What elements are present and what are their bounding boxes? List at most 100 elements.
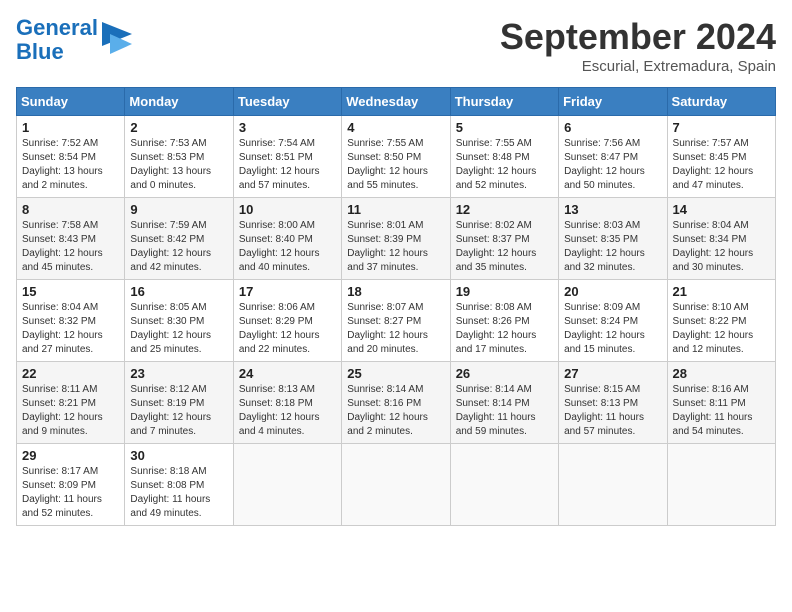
weekday-header-wednesday: Wednesday [342, 88, 450, 116]
weekday-header-saturday: Saturday [667, 88, 775, 116]
day-number: 9 [130, 202, 227, 217]
day-info: Sunrise: 8:03 AMSunset: 8:35 PMDaylight:… [564, 219, 661, 275]
day-number: 30 [130, 448, 227, 463]
calendar-day-23: 23 Sunrise: 8:12 AMSunset: 8:19 PMDaylig… [125, 362, 233, 444]
logo-icon [102, 22, 132, 58]
empty-cell [342, 444, 450, 526]
day-number: 15 [22, 284, 119, 299]
day-info: Sunrise: 7:52 AMSunset: 8:54 PMDaylight:… [22, 137, 119, 193]
day-info: Sunrise: 8:11 AMSunset: 8:21 PMDaylight:… [22, 383, 119, 439]
calendar-day-7: 7 Sunrise: 7:57 AMSunset: 8:45 PMDayligh… [667, 116, 775, 198]
day-info: Sunrise: 8:04 AMSunset: 8:32 PMDaylight:… [22, 301, 119, 357]
calendar-week-1: 1 Sunrise: 7:52 AMSunset: 8:54 PMDayligh… [17, 116, 776, 198]
calendar-week-5: 29 Sunrise: 8:17 AMSunset: 8:09 PMDaylig… [17, 444, 776, 526]
day-info: Sunrise: 8:08 AMSunset: 8:26 PMDaylight:… [456, 301, 553, 357]
logo: GeneralBlue [16, 16, 132, 64]
calendar-day-10: 10 Sunrise: 8:00 AMSunset: 8:40 PMDaylig… [233, 198, 341, 280]
day-number: 13 [564, 202, 661, 217]
weekday-header-monday: Monday [125, 88, 233, 116]
day-number: 2 [130, 120, 227, 135]
day-info: Sunrise: 7:54 AMSunset: 8:51 PMDaylight:… [239, 137, 336, 193]
day-info: Sunrise: 8:15 AMSunset: 8:13 PMDaylight:… [564, 383, 661, 439]
calendar-day-21: 21 Sunrise: 8:10 AMSunset: 8:22 PMDaylig… [667, 280, 775, 362]
calendar-day-8: 8 Sunrise: 7:58 AMSunset: 8:43 PMDayligh… [17, 198, 125, 280]
calendar-day-9: 9 Sunrise: 7:59 AMSunset: 8:42 PMDayligh… [125, 198, 233, 280]
day-number: 27 [564, 366, 661, 381]
calendar-day-5: 5 Sunrise: 7:55 AMSunset: 8:48 PMDayligh… [450, 116, 558, 198]
day-number: 21 [673, 284, 770, 299]
weekday-header-friday: Friday [559, 88, 667, 116]
day-number: 18 [347, 284, 444, 299]
day-number: 12 [456, 202, 553, 217]
empty-cell [450, 444, 558, 526]
day-info: Sunrise: 8:16 AMSunset: 8:11 PMDaylight:… [673, 383, 770, 439]
day-info: Sunrise: 8:06 AMSunset: 8:29 PMDaylight:… [239, 301, 336, 357]
day-info: Sunrise: 7:57 AMSunset: 8:45 PMDaylight:… [673, 137, 770, 193]
day-number: 22 [22, 366, 119, 381]
calendar-day-16: 16 Sunrise: 8:05 AMSunset: 8:30 PMDaylig… [125, 280, 233, 362]
day-number: 29 [22, 448, 119, 463]
day-info: Sunrise: 7:55 AMSunset: 8:48 PMDaylight:… [456, 137, 553, 193]
day-number: 6 [564, 120, 661, 135]
day-number: 28 [673, 366, 770, 381]
calendar-week-3: 15 Sunrise: 8:04 AMSunset: 8:32 PMDaylig… [17, 280, 776, 362]
calendar-day-13: 13 Sunrise: 8:03 AMSunset: 8:35 PMDaylig… [559, 198, 667, 280]
day-number: 19 [456, 284, 553, 299]
calendar-day-1: 1 Sunrise: 7:52 AMSunset: 8:54 PMDayligh… [17, 116, 125, 198]
calendar-day-2: 2 Sunrise: 7:53 AMSunset: 8:53 PMDayligh… [125, 116, 233, 198]
day-number: 3 [239, 120, 336, 135]
day-number: 7 [673, 120, 770, 135]
calendar-day-25: 25 Sunrise: 8:14 AMSunset: 8:16 PMDaylig… [342, 362, 450, 444]
weekday-header-tuesday: Tuesday [233, 88, 341, 116]
day-info: Sunrise: 7:53 AMSunset: 8:53 PMDaylight:… [130, 137, 227, 193]
day-info: Sunrise: 7:59 AMSunset: 8:42 PMDaylight:… [130, 219, 227, 275]
day-number: 17 [239, 284, 336, 299]
page-container: GeneralBlue September 2024 Escurial, Ext… [16, 16, 776, 526]
day-number: 5 [456, 120, 553, 135]
calendar-day-6: 6 Sunrise: 7:56 AMSunset: 8:47 PMDayligh… [559, 116, 667, 198]
calendar-table: SundayMondayTuesdayWednesdayThursdayFrid… [16, 87, 776, 526]
location: Escurial, Extremadura, Spain [500, 58, 776, 75]
calendar-day-17: 17 Sunrise: 8:06 AMSunset: 8:29 PMDaylig… [233, 280, 341, 362]
empty-cell [559, 444, 667, 526]
day-info: Sunrise: 8:01 AMSunset: 8:39 PMDaylight:… [347, 219, 444, 275]
day-info: Sunrise: 8:00 AMSunset: 8:40 PMDaylight:… [239, 219, 336, 275]
day-info: Sunrise: 8:14 AMSunset: 8:16 PMDaylight:… [347, 383, 444, 439]
day-info: Sunrise: 7:58 AMSunset: 8:43 PMDaylight:… [22, 219, 119, 275]
day-info: Sunrise: 7:55 AMSunset: 8:50 PMDaylight:… [347, 137, 444, 193]
day-info: Sunrise: 8:10 AMSunset: 8:22 PMDaylight:… [673, 301, 770, 357]
day-number: 1 [22, 120, 119, 135]
calendar-day-22: 22 Sunrise: 8:11 AMSunset: 8:21 PMDaylig… [17, 362, 125, 444]
day-number: 8 [22, 202, 119, 217]
day-number: 23 [130, 366, 227, 381]
title-block: September 2024 Escurial, Extremadura, Sp… [500, 16, 776, 75]
calendar-day-18: 18 Sunrise: 8:07 AMSunset: 8:27 PMDaylig… [342, 280, 450, 362]
day-number: 10 [239, 202, 336, 217]
day-number: 26 [456, 366, 553, 381]
calendar-day-15: 15 Sunrise: 8:04 AMSunset: 8:32 PMDaylig… [17, 280, 125, 362]
calendar-day-14: 14 Sunrise: 8:04 AMSunset: 8:34 PMDaylig… [667, 198, 775, 280]
calendar-day-30: 30 Sunrise: 8:18 AMSunset: 8:08 PMDaylig… [125, 444, 233, 526]
logo-text: GeneralBlue [16, 16, 98, 64]
empty-cell [233, 444, 341, 526]
calendar-day-3: 3 Sunrise: 7:54 AMSunset: 8:51 PMDayligh… [233, 116, 341, 198]
day-info: Sunrise: 8:04 AMSunset: 8:34 PMDaylight:… [673, 219, 770, 275]
month-title: September 2024 [500, 16, 776, 58]
day-number: 14 [673, 202, 770, 217]
day-info: Sunrise: 8:14 AMSunset: 8:14 PMDaylight:… [456, 383, 553, 439]
header: GeneralBlue September 2024 Escurial, Ext… [16, 16, 776, 75]
calendar-week-4: 22 Sunrise: 8:11 AMSunset: 8:21 PMDaylig… [17, 362, 776, 444]
day-number: 11 [347, 202, 444, 217]
day-info: Sunrise: 8:13 AMSunset: 8:18 PMDaylight:… [239, 383, 336, 439]
calendar-day-27: 27 Sunrise: 8:15 AMSunset: 8:13 PMDaylig… [559, 362, 667, 444]
day-number: 25 [347, 366, 444, 381]
day-info: Sunrise: 8:09 AMSunset: 8:24 PMDaylight:… [564, 301, 661, 357]
calendar-day-29: 29 Sunrise: 8:17 AMSunset: 8:09 PMDaylig… [17, 444, 125, 526]
day-info: Sunrise: 8:07 AMSunset: 8:27 PMDaylight:… [347, 301, 444, 357]
day-number: 16 [130, 284, 227, 299]
calendar-day-28: 28 Sunrise: 8:16 AMSunset: 8:11 PMDaylig… [667, 362, 775, 444]
calendar-day-12: 12 Sunrise: 8:02 AMSunset: 8:37 PMDaylig… [450, 198, 558, 280]
day-info: Sunrise: 8:17 AMSunset: 8:09 PMDaylight:… [22, 465, 119, 521]
calendar-day-19: 19 Sunrise: 8:08 AMSunset: 8:26 PMDaylig… [450, 280, 558, 362]
calendar-day-24: 24 Sunrise: 8:13 AMSunset: 8:18 PMDaylig… [233, 362, 341, 444]
